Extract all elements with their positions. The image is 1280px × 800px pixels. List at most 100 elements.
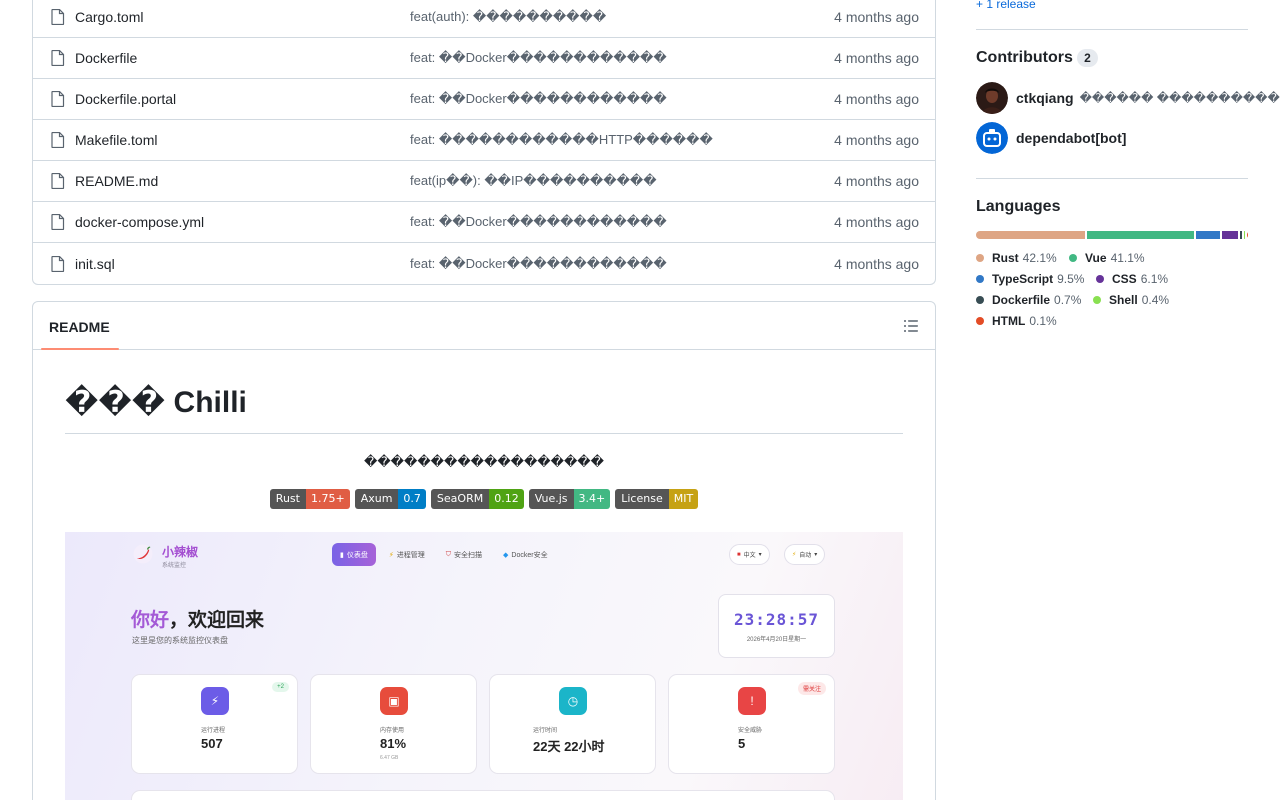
commit-message[interactable]: feat: ��Docker������������ (410, 50, 667, 66)
file-icon (51, 255, 65, 272)
language-segment[interactable] (1243, 231, 1246, 239)
language-segment[interactable] (976, 231, 1086, 239)
language-percent: 0.1% (1029, 314, 1057, 328)
title-divider (65, 433, 903, 434)
language-segment[interactable] (1222, 231, 1239, 239)
stat-subvalue: 6.47 GB (380, 755, 399, 761)
commit-message[interactable]: feat: ��Docker������������ (410, 91, 667, 107)
stat-card-threats: ! 需关注 安全威胁 5 (668, 674, 835, 774)
seaorm-badge[interactable]: SeaORM 0.12 (430, 489, 524, 509)
stat-card-uptime: ◷ 运行时间 22天 22小时 (489, 674, 656, 774)
language-percent: 42.1% (1022, 251, 1057, 265)
commit-message[interactable]: feat(ip��): ��IP���������� (410, 173, 657, 189)
theme-pill: ⚡ 自动 ▾ (784, 544, 826, 565)
readme-tab[interactable]: README (49, 319, 110, 335)
language-segment[interactable] (1087, 231, 1194, 239)
memory-icon: ▣ (380, 687, 408, 715)
chevron-down-icon: ▾ (758, 552, 762, 558)
language-item[interactable]: CSS 6.1% (1096, 271, 1168, 287)
commit-date: 4 months ago (834, 132, 919, 148)
contributor-name: ������ ���������� (1079, 91, 1280, 105)
language-segment[interactable] (1247, 231, 1248, 239)
stat-value: 81% (380, 736, 407, 751)
nav-dashboard: ▮ 仪表盘 (332, 543, 376, 566)
file-icon (51, 214, 65, 230)
stat-value: 5 (738, 736, 746, 751)
file-row[interactable]: docker-compose.yml feat: ��Docker�������… (33, 202, 935, 243)
file-row[interactable]: init.sql feat: ��Docker������������ 4 mo… (33, 243, 935, 284)
file-icon (51, 8, 65, 25)
file-name[interactable]: init.sql (75, 256, 115, 272)
language-item[interactable]: Rust 42.1% (976, 250, 1057, 266)
stat-tag: +2 (272, 682, 289, 692)
language-name: TypeScript (992, 272, 1054, 286)
releases-link[interactable]: + 1 release (976, 0, 1036, 11)
language-name: Dockerfile (992, 293, 1051, 307)
avatar[interactable] (976, 82, 1008, 114)
language-name: Shell (1109, 293, 1138, 307)
file-name[interactable]: Dockerfile.portal (75, 91, 176, 107)
commit-message[interactable]: feat(auth): ���������� (410, 9, 606, 25)
greeting-rest: ，欢迎回来 (169, 610, 265, 631)
app-screenshot: 小辣椒 系统监控 ▮ 仪表盘 ⚡ 进程管理 ⛉ 安全扫描 ◆ Docker安全 ■ 中文 ▾… (65, 532, 903, 800)
file-row[interactable]: Dockerfile.portal feat: ��Docker��������… (33, 79, 935, 120)
file-name[interactable]: README.md (75, 173, 158, 189)
language-dot (1069, 254, 1077, 262)
license-badge[interactable]: License MIT (615, 489, 699, 509)
language-item[interactable]: Shell 0.4% (1093, 292, 1169, 308)
bolt-icon: ⚡ (388, 551, 394, 559)
language-dot (976, 254, 984, 262)
nav-label: 进程管理 (396, 551, 425, 559)
language-segment[interactable] (1240, 231, 1242, 239)
readme-panel: README ��� Chilli ������������������ Rus… (32, 301, 936, 800)
language-segment[interactable] (1195, 231, 1221, 239)
chart-icon: ▮ (340, 551, 344, 559)
list-unordered-icon[interactable] (903, 318, 919, 334)
contributor-login[interactable]: dependabot[bot] (1016, 130, 1126, 146)
dependabot-avatar[interactable] (976, 122, 1008, 154)
clock-icon: ◷ (559, 687, 587, 715)
commit-date: 4 months ago (834, 173, 919, 189)
language-dot (1096, 275, 1104, 283)
file-name[interactable]: docker-compose.yml (75, 214, 204, 230)
commit-message[interactable]: feat: ������������HTTP������ (410, 132, 713, 148)
clock-time: 23:28:57 (733, 610, 820, 629)
stat-value: 22天 22小时 (533, 739, 605, 754)
nav-processes: ⚡ 进程管理 (381, 543, 433, 566)
file-name[interactable]: Makefile.toml (75, 132, 157, 148)
file-name[interactable]: Dockerfile (75, 50, 137, 66)
file-row[interactable]: Dockerfile feat: ��Docker������������ 4 … (33, 38, 935, 79)
language-item[interactable]: Vue 41.1% (1069, 250, 1145, 266)
language-item[interactable]: HTML 0.1% (976, 313, 1057, 329)
badge-label: Axum (354, 489, 399, 509)
file-row[interactable]: README.md feat(ip��): ��IP���������� 4 m… (33, 161, 935, 202)
whale-icon: ◆ (503, 551, 509, 559)
file-row[interactable]: Cargo.toml feat(auth): ���������� 4 mont… (33, 0, 935, 38)
badge-value: 0.12 (489, 489, 524, 509)
bolt-icon: ⚡ (792, 552, 797, 558)
stat-tag: 需关注 (797, 682, 826, 695)
axum-badge[interactable]: Axum 0.7 (354, 489, 426, 509)
language-item[interactable]: TypeScript 9.5% (976, 271, 1084, 287)
commit-message[interactable]: feat: ��Docker������������ (410, 256, 667, 272)
readme-description: ������������������ (364, 454, 604, 469)
language-item[interactable]: Dockerfile 0.7% (976, 292, 1081, 308)
language-name: HTML (992, 314, 1026, 328)
file-row[interactable]: Makefile.toml feat: ������������HTTP����… (33, 120, 935, 161)
greeting: 你好，欢迎回来 (131, 605, 264, 632)
contributor-item[interactable]: ctkqiang ������ ���������� (976, 82, 1280, 114)
commit-message[interactable]: feat: ��Docker������������ (410, 214, 667, 230)
contributor-item[interactable]: dependabot[bot] (976, 122, 1126, 154)
stat-label: 运行进程 (201, 728, 226, 734)
contributors-heading[interactable]: Contributors (976, 49, 1073, 67)
vue-badge[interactable]: Vue.js 3.4+ (528, 489, 611, 509)
sidebar-divider (976, 29, 1248, 30)
stat-label: 安全威胁 (738, 728, 763, 734)
file-name[interactable]: Cargo.toml (75, 9, 143, 25)
contributor-login[interactable]: ctkqiang (1016, 90, 1074, 106)
rust-badge[interactable]: Rust 1.75+ (269, 489, 350, 509)
badge-row: Rust 1.75+ Axum 0.7 SeaORM 0.12 Vue.js 3.4+ … (33, 489, 935, 509)
language-percent: 9.5% (1057, 272, 1085, 286)
commit-date: 4 months ago (834, 214, 919, 230)
file-table: Cargo.toml feat(auth): ���������� 4 mont… (32, 0, 936, 285)
